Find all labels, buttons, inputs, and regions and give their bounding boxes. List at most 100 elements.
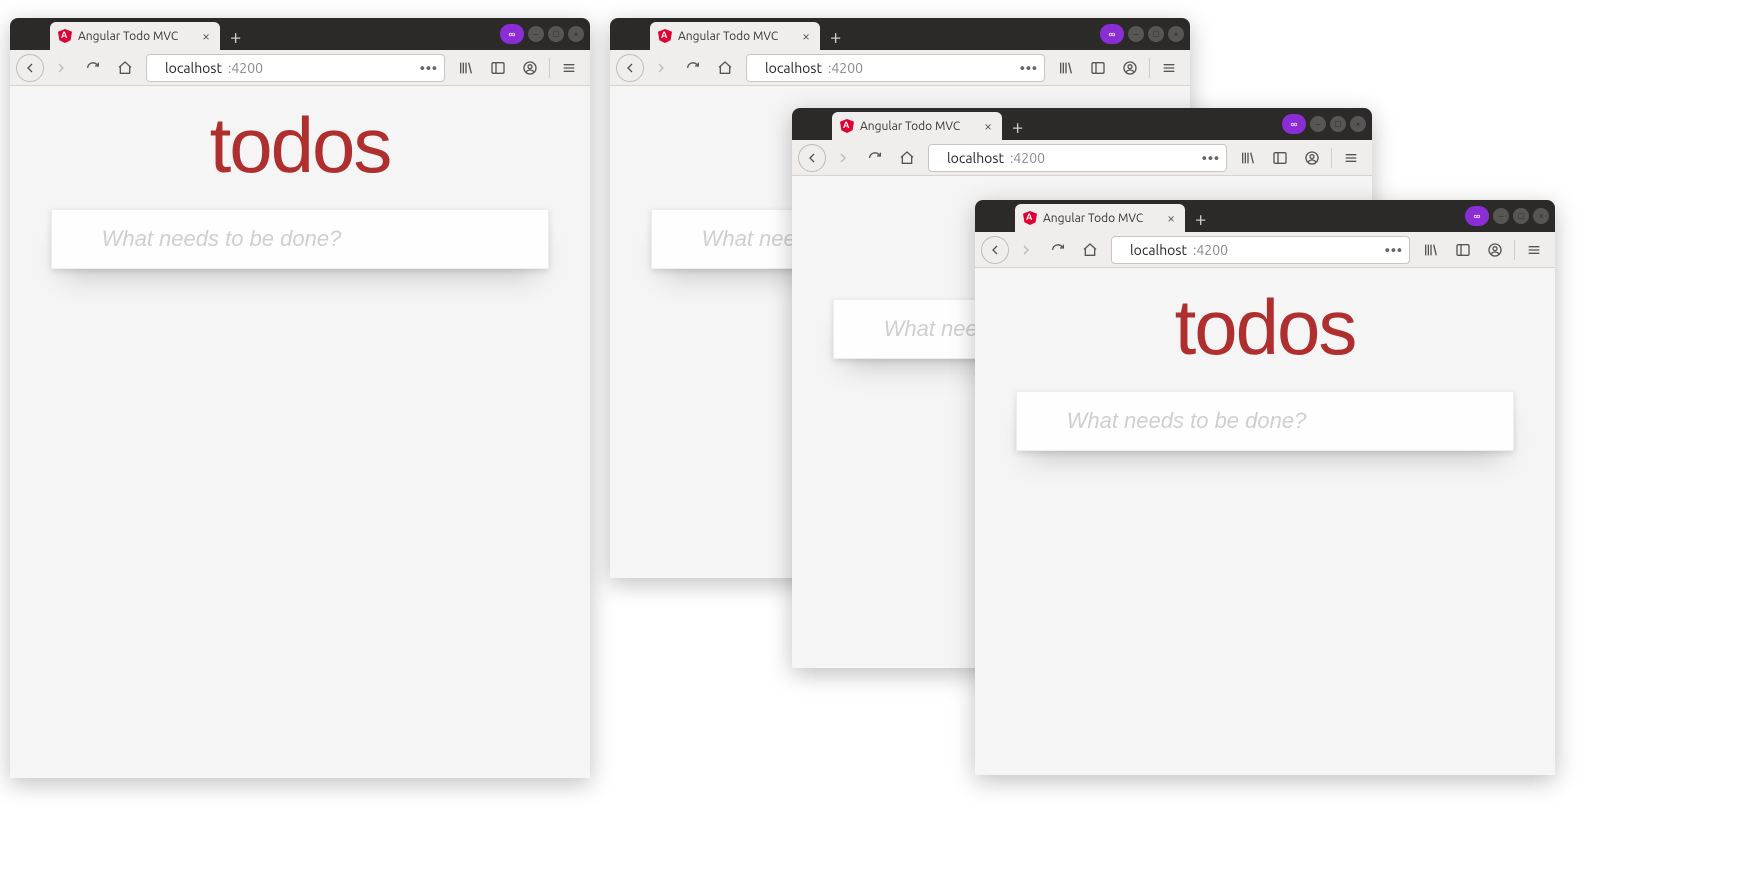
close-tab-icon[interactable]: × xyxy=(1165,210,1177,226)
back-button[interactable] xyxy=(981,236,1009,264)
new-tab-button[interactable]: + xyxy=(1185,204,1216,232)
url-bar[interactable]: localhost :4200 ••• xyxy=(928,144,1227,172)
angular-icon xyxy=(58,29,72,43)
todo-heading: todos xyxy=(210,100,391,191)
new-tab-button[interactable]: + xyxy=(1002,112,1033,140)
url-host: localhost xyxy=(765,60,822,76)
window-close-button[interactable]: × xyxy=(568,26,584,42)
account-button[interactable] xyxy=(1297,143,1327,173)
browser-toolbar: localhost :4200 ••• xyxy=(610,50,1190,86)
tab-title: Angular Todo MVC xyxy=(78,30,194,43)
browser-toolbar: localhost :4200 ••• xyxy=(792,140,1372,176)
forward-button[interactable] xyxy=(646,53,676,83)
todo-input-box xyxy=(1016,391,1515,451)
url-bar[interactable]: localhost :4200 ••• xyxy=(746,54,1045,82)
url-bar[interactable]: localhost:4200 ••• xyxy=(146,54,445,82)
window-minimize-button[interactable]: – xyxy=(528,26,544,42)
window-minimize-button[interactable]: – xyxy=(1493,208,1509,224)
new-todo-input[interactable] xyxy=(1017,392,1514,450)
sidebar-button[interactable] xyxy=(1083,53,1113,83)
page-actions-icon[interactable]: ••• xyxy=(1202,150,1220,166)
window-titlebar: Angular Todo MVC × + ∞ – □ × xyxy=(792,108,1372,140)
library-button[interactable] xyxy=(1051,53,1081,83)
window-maximize-button[interactable]: □ xyxy=(1513,208,1529,224)
window-maximize-button[interactable]: □ xyxy=(1330,116,1346,132)
url-host: localhost xyxy=(947,150,1004,166)
library-button[interactable] xyxy=(1233,143,1263,173)
close-tab-icon[interactable]: × xyxy=(982,118,994,134)
window-maximize-button[interactable]: □ xyxy=(1148,26,1164,42)
account-button[interactable] xyxy=(515,53,545,83)
browser-window: Angular Todo MVC × + ∞ – □ × localhost:4… xyxy=(10,18,590,778)
titlebar-controls: ∞ – □ × xyxy=(1465,206,1549,226)
menu-button[interactable] xyxy=(554,53,584,83)
titlebar-controls: ∞ – □ × xyxy=(1100,24,1184,44)
url-host: localhost xyxy=(165,60,222,76)
browser-tab[interactable]: Angular Todo MVC × xyxy=(1015,204,1185,232)
home-button[interactable] xyxy=(892,143,922,173)
todo-heading: todos xyxy=(1175,282,1356,373)
library-button[interactable] xyxy=(1416,235,1446,265)
angular-icon xyxy=(658,29,672,43)
titlebar-controls: ∞ – □ × xyxy=(1282,114,1366,134)
url-host: localhost xyxy=(1130,242,1187,258)
close-tab-icon[interactable]: × xyxy=(800,28,812,44)
incognito-icon: ∞ xyxy=(1100,24,1124,44)
page-actions-icon[interactable]: ••• xyxy=(1020,60,1038,76)
account-button[interactable] xyxy=(1480,235,1510,265)
browser-toolbar: localhost:4200 ••• xyxy=(10,50,590,86)
url-bar[interactable]: localhost :4200 ••• xyxy=(1111,236,1410,264)
browser-tab[interactable]: Angular Todo MVC × xyxy=(50,22,220,50)
window-titlebar: Angular Todo MVC × + ∞ – □ × xyxy=(610,18,1190,50)
forward-button[interactable] xyxy=(1011,235,1041,265)
menu-button[interactable] xyxy=(1154,53,1184,83)
window-titlebar: Angular Todo MVC × + ∞ – □ × xyxy=(10,18,590,50)
home-button[interactable] xyxy=(110,53,140,83)
window-close-button[interactable]: × xyxy=(1168,26,1184,42)
home-button[interactable] xyxy=(710,53,740,83)
home-button[interactable] xyxy=(1075,235,1105,265)
window-close-button[interactable]: × xyxy=(1350,116,1366,132)
new-todo-input[interactable] xyxy=(52,210,549,268)
reload-button[interactable] xyxy=(78,53,108,83)
titlebar-controls: ∞ – □ × xyxy=(500,24,584,44)
new-tab-button[interactable]: + xyxy=(820,22,851,50)
forward-button[interactable] xyxy=(46,53,76,83)
todo-input-box xyxy=(51,209,550,269)
account-button[interactable] xyxy=(1115,53,1145,83)
menu-button[interactable] xyxy=(1336,143,1366,173)
back-button[interactable] xyxy=(16,54,44,82)
reload-button[interactable] xyxy=(860,143,890,173)
page-content: todos xyxy=(10,86,590,778)
reload-button[interactable] xyxy=(678,53,708,83)
window-close-button[interactable]: × xyxy=(1533,208,1549,224)
window-maximize-button[interactable]: □ xyxy=(548,26,564,42)
url-port: :4200 xyxy=(1010,150,1045,166)
incognito-icon: ∞ xyxy=(1282,114,1306,134)
window-minimize-button[interactable]: – xyxy=(1310,116,1326,132)
browser-window: Angular Todo MVC × + ∞ – □ × localhost :4… xyxy=(975,200,1555,775)
menu-button[interactable] xyxy=(1519,235,1549,265)
tab-title: Angular Todo MVC xyxy=(678,30,794,43)
page-actions-icon[interactable]: ••• xyxy=(420,60,438,76)
browser-tab[interactable]: Angular Todo MVC × xyxy=(832,112,1002,140)
window-minimize-button[interactable]: – xyxy=(1128,26,1144,42)
url-port: :4200 xyxy=(828,60,863,76)
close-tab-icon[interactable]: × xyxy=(200,28,212,44)
url-port: :4200 xyxy=(1193,242,1228,258)
back-button[interactable] xyxy=(798,144,826,172)
window-titlebar: Angular Todo MVC × + ∞ – □ × xyxy=(975,200,1555,232)
new-tab-button[interactable]: + xyxy=(220,22,251,50)
sidebar-button[interactable] xyxy=(1265,143,1295,173)
browser-tab[interactable]: Angular Todo MVC × xyxy=(650,22,820,50)
page-actions-icon[interactable]: ••• xyxy=(1385,242,1403,258)
tab-title: Angular Todo MVC xyxy=(860,120,976,133)
library-button[interactable] xyxy=(451,53,481,83)
back-button[interactable] xyxy=(616,54,644,82)
angular-icon xyxy=(1023,211,1037,225)
sidebar-button[interactable] xyxy=(483,53,513,83)
tab-title: Angular Todo MVC xyxy=(1043,212,1159,225)
sidebar-button[interactable] xyxy=(1448,235,1478,265)
reload-button[interactable] xyxy=(1043,235,1073,265)
forward-button[interactable] xyxy=(828,143,858,173)
